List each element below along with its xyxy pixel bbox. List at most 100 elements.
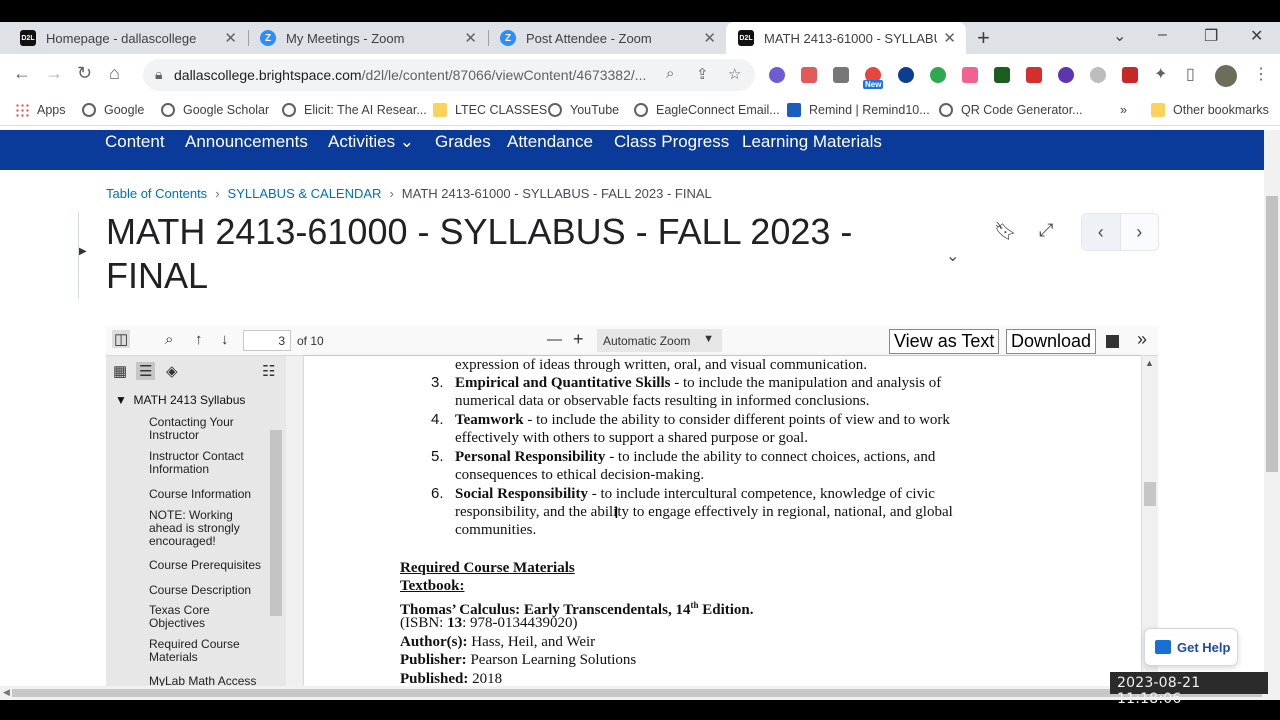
tab-syllabus[interactable]: D2L MATH 2413-61000 - SYLLABUS ✕ [726, 22, 966, 54]
previous-topic-icon[interactable]: ‹ [1082, 214, 1121, 250]
bookmark-ltec-classes[interactable]: LTEC CLASSES [433, 103, 547, 117]
address-bar[interactable]: 🔒︎ dallascollege.brightspace.com/d2l/le/… [143, 59, 755, 91]
bookmark-apps[interactable]: Apps [15, 103, 66, 117]
extension-icon[interactable] [898, 67, 914, 83]
back-arrow-icon[interactable]: ← [13, 63, 31, 84]
bookmarks-overflow-icon[interactable]: » [1120, 103, 1127, 117]
current-outline-item-icon[interactable]: ☷ [262, 362, 275, 380]
outline-scrollbar[interactable] [270, 430, 282, 616]
outline-item[interactable]: Texas Core Objectives [149, 604, 269, 630]
share-icon[interactable]: ⇪ [696, 65, 709, 83]
scroll-left-icon[interactable]: ◀ [3, 687, 10, 698]
nav-class-progress[interactable]: Class Progress [614, 132, 729, 152]
tab-close-icon[interactable]: ✕ [464, 29, 477, 47]
extension-icon[interactable] [1122, 67, 1138, 83]
tab-my-meetings[interactable]: Z My Meetings - Zoom ✕ [248, 22, 487, 54]
tools-menu-icon[interactable]: » [1137, 329, 1147, 350]
nav-attendance[interactable]: Attendance [507, 132, 593, 152]
next-page-icon[interactable]: ↓ [221, 331, 229, 348]
pdf-text-line: consequences to ethical decision-making. [455, 467, 705, 483]
minimize-icon[interactable]: – [1158, 26, 1167, 44]
bookmark-star-icon[interactable]: ☆ [728, 65, 741, 83]
extension-icon[interactable] [962, 67, 978, 83]
scroll-up-icon[interactable]: ▲ [1145, 358, 1154, 368]
extensions-puzzle-icon[interactable]: ✦ [1154, 64, 1167, 84]
title-options-chevron-icon[interactable]: ⌄ [946, 246, 959, 266]
outline-icon[interactable]: ☰ [136, 362, 156, 380]
extension-icon[interactable] [994, 67, 1010, 83]
bookmarks-bar: Apps Google Google Scholar Elicit: The A… [0, 96, 1280, 126]
pdf-scrollbar-thumb[interactable] [1144, 482, 1156, 506]
thumbnails-icon[interactable]: ▦ [113, 362, 127, 380]
find-icon[interactable]: ⌕ [165, 331, 173, 348]
zoom-out-icon[interactable]: — [547, 331, 562, 348]
zoom-magnifier-icon[interactable]: ⌕ [666, 65, 674, 82]
forward-arrow-icon[interactable]: → [45, 63, 63, 84]
zoom-favicon-icon: Z [500, 30, 516, 46]
bookmark-google-scholar[interactable]: Google Scholar [161, 103, 269, 117]
fullscreen-icon[interactable]: ⤢ [1039, 220, 1053, 241]
outline-item[interactable]: Course Prerequisites [149, 559, 269, 572]
bookmark-qr-code[interactable]: QR Code Generator... [939, 103, 1083, 117]
bookmark-google[interactable]: Google [82, 103, 144, 117]
home-icon[interactable]: ⌂ [109, 63, 120, 84]
previous-page-icon[interactable]: ↑ [195, 331, 203, 348]
horizontal-scrollbar[interactable]: ◀ [0, 686, 1280, 700]
toggle-sidebar-icon[interactable]: ◫ [112, 330, 131, 348]
restore-icon[interactable]: ❐ [1204, 26, 1218, 46]
camera-extension-icon[interactable] [833, 67, 849, 83]
tab-close-icon[interactable]: ✕ [943, 29, 956, 47]
side-panel-toggle[interactable]: ▶ [78, 212, 88, 298]
tab-search-chevron-icon[interactable]: ⌄ [1113, 26, 1126, 46]
layers-icon[interactable]: ◈ [166, 362, 178, 380]
bookmark-elicit[interactable]: Elicit: The AI Resear... [282, 103, 427, 117]
pdf-extension-icon[interactable] [1026, 67, 1042, 83]
tab-close-icon[interactable]: ✕ [224, 29, 237, 47]
nav-grades[interactable]: Grades [435, 132, 491, 152]
bookmark-icon[interactable]: 🔖︎ [994, 221, 1017, 242]
other-bookmarks[interactable]: Other bookmarks [1151, 103, 1269, 117]
presentation-mode-icon[interactable] [1106, 335, 1119, 348]
get-help-button[interactable]: Get Help [1144, 628, 1238, 666]
view-as-text-button[interactable]: View as Text [889, 329, 1000, 354]
reload-icon[interactable]: ↻ [77, 63, 92, 84]
pdf-sidebar: ▦ ☰ ◈ ☷ ▼ MATH 2413 Syllabus Contacting … [106, 356, 286, 688]
side-panel-icon[interactable]: ▯ [1186, 64, 1195, 84]
language-extension-icon[interactable] [1058, 67, 1074, 83]
page-scrollbar[interactable] [1264, 130, 1280, 686]
close-window-icon[interactable]: ✕ [1250, 26, 1263, 46]
outline-item[interactable]: Course Description [149, 584, 269, 597]
bookmark-youtube[interactable]: YouTube [548, 103, 619, 117]
zoom-in-icon[interactable]: + [573, 329, 584, 350]
nav-announcements[interactable]: Announcements [185, 132, 308, 152]
bookmark-eagleconnect[interactable]: EagleConnect Email... [634, 103, 780, 117]
browser-menu-icon[interactable]: ⋮ [1253, 64, 1269, 84]
page-scrollbar-thumb[interactable] [1266, 196, 1278, 472]
tab-homepage[interactable]: D2L Homepage - dallascollege ✕ [8, 22, 247, 54]
grammar-extension-icon[interactable] [1090, 67, 1106, 83]
zoom-select[interactable]: Automatic Zoom ▼ [597, 329, 722, 352]
new-tab-plus-icon[interactable]: + [977, 26, 990, 50]
next-topic-icon[interactable]: › [1121, 214, 1159, 250]
outline-item[interactable]: NOTE: Working ahead is strongly encourag… [149, 509, 269, 548]
outline-root[interactable]: ▼ MATH 2413 Syllabus [115, 393, 245, 407]
extension-icon[interactable] [930, 67, 946, 83]
nav-activities[interactable]: Activities ⌄ [328, 132, 414, 152]
profile-avatar[interactable] [1215, 65, 1237, 87]
tab-close-icon[interactable]: ✕ [703, 29, 716, 47]
horizontal-scrollbar-thumb[interactable] [12, 689, 1262, 697]
download-button[interactable]: Download [1006, 329, 1097, 354]
tab-post-attendee[interactable]: Z Post Attendee - Zoom ✕ [488, 22, 726, 54]
outline-item[interactable]: Instructor Contact Information [149, 450, 269, 476]
breadcrumb-table-of-contents[interactable]: Table of Contents [106, 186, 207, 201]
outline-item[interactable]: Contacting Your Instructor [149, 416, 269, 442]
nav-learning-materials[interactable]: Learning Materials [742, 132, 882, 152]
nav-content[interactable]: Content [105, 132, 165, 152]
outline-item[interactable]: Required Course Materials [149, 638, 269, 664]
outline-item[interactable]: Course Information [149, 488, 269, 501]
extension-icon[interactable] [769, 67, 785, 83]
breadcrumb-syllabus-calendar[interactable]: SYLLABUS & CALENDAR [228, 186, 382, 201]
bookmark-remind[interactable]: Remind | Remind10... [787, 103, 930, 117]
extension-icon[interactable] [801, 67, 817, 83]
page-number-input[interactable]: 3 [243, 330, 291, 351]
